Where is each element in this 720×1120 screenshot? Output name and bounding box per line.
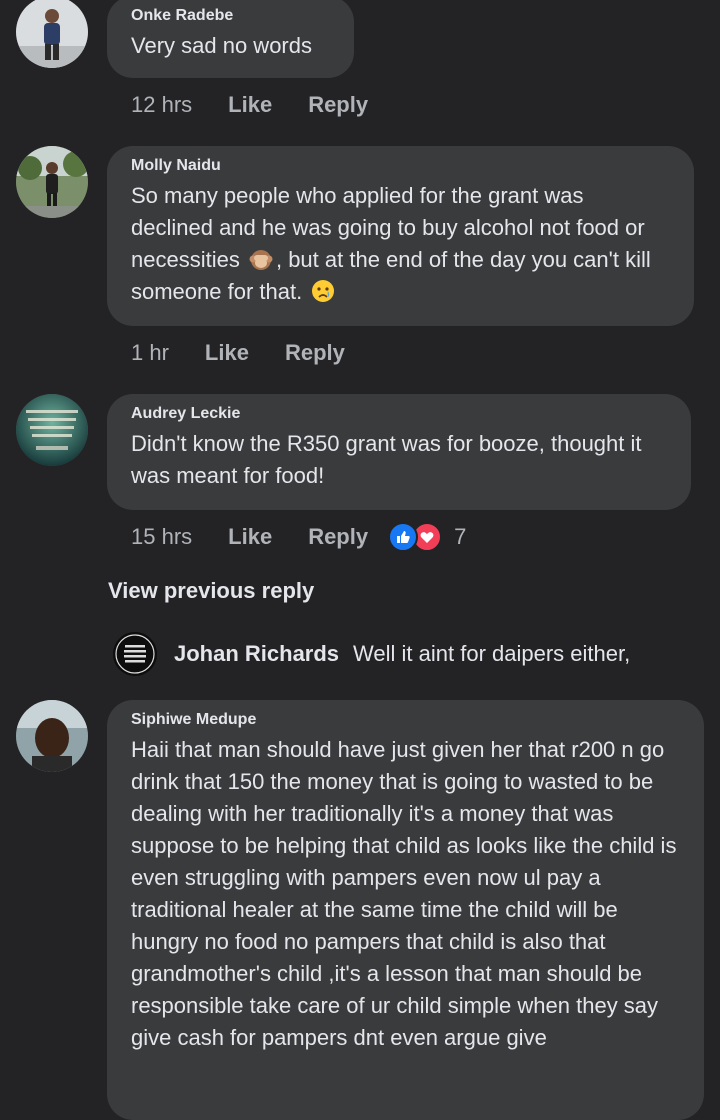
comment-author[interactable]: Siphiwe Medupe bbox=[131, 710, 680, 730]
comment-author[interactable]: Onke Radebe bbox=[131, 6, 330, 26]
comment-bubble: Audrey Leckie Didn't know the R350 grant… bbox=[107, 394, 691, 510]
comment-author[interactable]: Audrey Leckie bbox=[131, 404, 667, 424]
comment-author[interactable]: Molly Naidu bbox=[131, 156, 670, 176]
comment-actions: 15 hrs Like Reply 7 bbox=[131, 522, 466, 552]
avatar[interactable] bbox=[16, 700, 88, 772]
like-button[interactable]: Like bbox=[228, 524, 272, 550]
reply-johan-richards: Johan Richards Well it aint for daipers … bbox=[113, 632, 630, 676]
reply-button[interactable]: Reply bbox=[308, 92, 368, 118]
comment-bubble: Onke Radebe Very sad no words bbox=[107, 0, 354, 78]
crying-face-icon bbox=[312, 280, 335, 302]
reaction-summary[interactable]: 7 bbox=[388, 522, 466, 552]
like-button[interactable]: Like bbox=[205, 340, 249, 366]
comment-actions: 12 hrs Like Reply bbox=[131, 92, 404, 118]
comment-text: Didn't know the R350 grant was for booze… bbox=[131, 431, 642, 488]
reply-button[interactable]: Reply bbox=[285, 340, 345, 366]
comment-timestamp[interactable]: 15 hrs bbox=[131, 524, 192, 550]
reaction-count: 7 bbox=[454, 524, 467, 549]
comment-timestamp[interactable]: 1 hr bbox=[131, 340, 169, 366]
view-previous-reply-link[interactable]: View previous reply bbox=[108, 578, 314, 604]
avatar[interactable] bbox=[16, 146, 88, 218]
reply-text: Well it aint for daipers either, bbox=[353, 641, 631, 666]
like-button[interactable]: Like bbox=[228, 92, 272, 118]
avatar[interactable] bbox=[16, 0, 88, 68]
comment-timestamp[interactable]: 12 hrs bbox=[131, 92, 192, 118]
comment-bubble: Molly Naidu So many people who applied f… bbox=[107, 146, 694, 326]
comment-actions: 1 hr Like Reply bbox=[131, 340, 381, 366]
comment-text: So many people who applied for the grant… bbox=[131, 180, 670, 308]
comment-bubble: Siphiwe Medupe Haii that man should have… bbox=[107, 700, 704, 1120]
avatar[interactable] bbox=[113, 632, 157, 676]
comment-text: Haii that man should have just given her… bbox=[131, 737, 677, 1050]
like-reaction-icon bbox=[388, 522, 419, 552]
comment-text: Very sad no words bbox=[131, 33, 312, 58]
avatar[interactable] bbox=[16, 394, 88, 466]
see-no-evil-monkey-icon bbox=[249, 250, 273, 270]
reply-author[interactable]: Johan Richards bbox=[174, 641, 339, 667]
reply-button[interactable]: Reply bbox=[308, 524, 368, 550]
